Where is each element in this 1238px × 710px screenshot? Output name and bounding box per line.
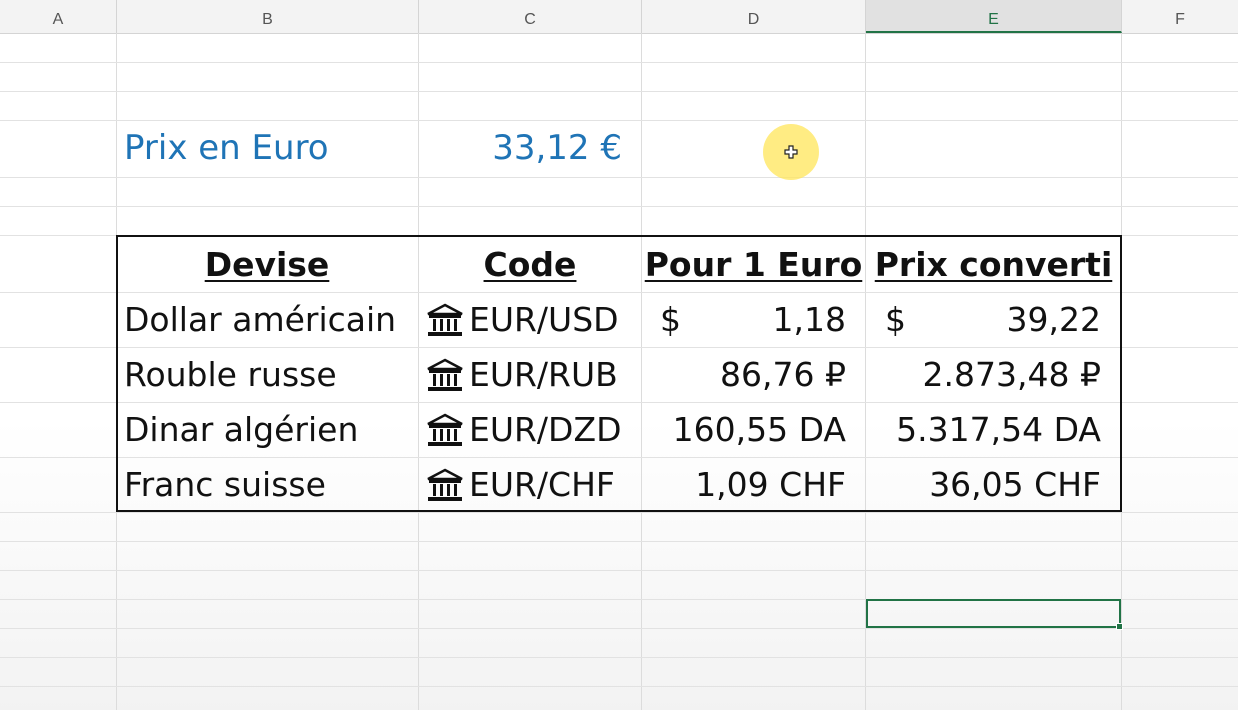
spreadsheet-grid[interactable]: A B C D E F Prix en Euro 33,12 € Devise …: [0, 0, 1238, 710]
row3-converted[interactable]: 5.317,54 DA: [896, 410, 1101, 450]
grid-line: [0, 62, 1238, 63]
row4-code[interactable]: EUR/CHF: [469, 465, 615, 505]
row2-code[interactable]: EUR/RUB: [469, 355, 618, 395]
grid-line: [0, 570, 1238, 571]
bank-icon: [427, 303, 463, 336]
column-header-d[interactable]: D: [642, 0, 866, 33]
row2-converted[interactable]: 2.873,48 ₽: [923, 355, 1101, 395]
row4-converted[interactable]: 36,05 CHF: [929, 465, 1101, 505]
column-header-c[interactable]: C: [419, 0, 642, 33]
bank-icon: [427, 468, 463, 501]
row3-rate[interactable]: 160,55 DA: [673, 410, 846, 450]
column-header-f[interactable]: F: [1122, 0, 1238, 33]
price-value[interactable]: 33,12 €: [492, 128, 622, 168]
header-rate[interactable]: Pour 1 Euro: [642, 245, 865, 285]
row1-rate[interactable]: 1,18: [773, 300, 846, 340]
grid-line: [0, 657, 1238, 658]
bank-icon: [427, 413, 463, 446]
grid-line: [0, 686, 1238, 687]
grid-line: [0, 91, 1238, 92]
row4-rate[interactable]: 1,09 CHF: [695, 465, 846, 505]
grid-line: [0, 541, 1238, 542]
row4-devise[interactable]: Franc suisse: [124, 465, 326, 505]
column-header-a[interactable]: A: [0, 0, 117, 33]
cross-cursor-icon: [784, 145, 798, 159]
column-header-bar: A B C D E F: [0, 0, 1238, 34]
bank-icon: [427, 358, 463, 391]
row3-devise[interactable]: Dinar algérien: [124, 410, 358, 450]
header-code[interactable]: Code: [419, 245, 641, 285]
grid-line: [0, 628, 1238, 629]
grid-line: [0, 512, 1238, 513]
column-header-e[interactable]: E: [866, 0, 1122, 33]
price-label[interactable]: Prix en Euro: [124, 128, 329, 168]
column-header-b[interactable]: B: [117, 0, 419, 33]
row1-code[interactable]: EUR/USD: [469, 300, 619, 340]
grid-line: [0, 206, 1238, 207]
header-converted[interactable]: Prix converti: [866, 245, 1121, 285]
active-cell-selection[interactable]: [866, 599, 1123, 630]
row2-devise[interactable]: Rouble russe: [124, 355, 337, 395]
row3-code[interactable]: EUR/DZD: [469, 410, 621, 450]
row2-rate[interactable]: 86,76 ₽: [720, 355, 846, 395]
grid-line: [0, 177, 1238, 178]
row1-rate-prefix: $: [660, 300, 681, 339]
row1-devise[interactable]: Dollar américain: [124, 300, 396, 340]
fill-handle[interactable]: [1116, 623, 1123, 630]
row1-converted-prefix: $: [885, 300, 906, 339]
header-devise[interactable]: Devise: [117, 245, 417, 285]
row1-converted[interactable]: 39,22: [1007, 300, 1101, 340]
grid-line: [0, 120, 1238, 121]
